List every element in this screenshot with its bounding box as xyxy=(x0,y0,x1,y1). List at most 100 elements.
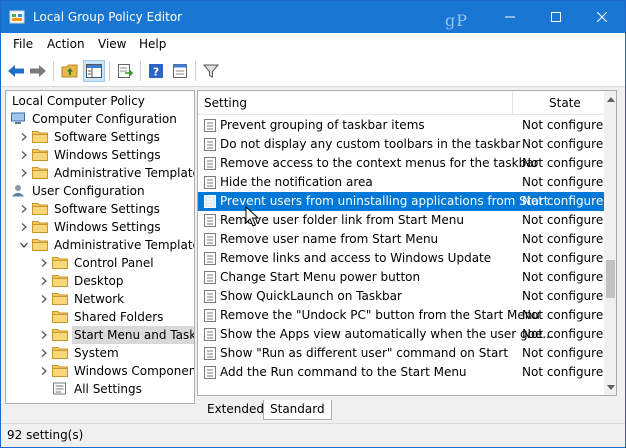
setting-name: Change Start Menu power button xyxy=(220,270,421,284)
tree-item-label: Administrative Templates xyxy=(54,166,195,180)
tree-item[interactable]: Windows Components xyxy=(6,362,194,380)
folder-icon xyxy=(52,329,68,341)
setting-name: Show the Apps view automatically when th… xyxy=(220,327,554,341)
setting-row[interactable]: Do not display any custom toolbars in th… xyxy=(198,135,611,154)
group-policy-icon xyxy=(9,9,25,25)
window-title: Local Group Policy Editor xyxy=(33,10,183,24)
chevron-right-icon[interactable] xyxy=(20,205,28,213)
tree-item[interactable]: All Settings xyxy=(6,380,194,398)
tree-item[interactable]: System xyxy=(6,344,194,362)
up-one-level-button[interactable] xyxy=(59,60,81,82)
chevron-right-icon[interactable] xyxy=(20,151,28,159)
chevron-right-icon[interactable] xyxy=(40,349,48,357)
settings-list[interactable]: Setting State Prevent grouping of taskba… xyxy=(197,90,617,396)
tab-extended[interactable]: Extended xyxy=(201,400,270,420)
setting-row[interactable]: Remove the "Undock PC" button from the S… xyxy=(198,306,611,325)
menu-view[interactable]: View xyxy=(95,36,129,52)
tree-item[interactable]: User Configuration xyxy=(6,182,194,200)
svg-text:?: ? xyxy=(153,66,159,79)
tab-standard[interactable]: Standard xyxy=(263,400,332,420)
back-arrow-icon xyxy=(8,65,24,77)
tree-item[interactable]: Network xyxy=(6,290,194,308)
tree-item-label: Software Settings xyxy=(54,202,160,216)
toolbar-separator xyxy=(195,61,196,81)
tree-item[interactable]: Software Settings xyxy=(6,128,194,146)
no-expander xyxy=(40,385,48,393)
properties-button[interactable] xyxy=(169,60,191,82)
folder-icon xyxy=(52,275,68,287)
back-button[interactable] xyxy=(5,60,27,82)
folder-icon xyxy=(52,293,68,305)
policy-setting-icon xyxy=(204,328,216,341)
scroll-down-button[interactable] xyxy=(604,379,616,395)
tree-item[interactable]: Software Settings xyxy=(6,200,194,218)
setting-row[interactable]: Show QuickLaunch on Taskbar Not configure… xyxy=(198,287,611,306)
chevron-right-icon[interactable] xyxy=(20,133,28,141)
column-header-state[interactable]: State xyxy=(549,96,581,110)
tree-item[interactable]: Windows Settings xyxy=(6,146,194,164)
folder-icon xyxy=(32,167,48,179)
policy-setting-icon xyxy=(204,271,216,284)
chevron-right-icon[interactable] xyxy=(40,259,48,267)
menu-action[interactable]: Action xyxy=(44,36,88,52)
setting-row[interactable]: Show "Run as different user" command on … xyxy=(198,344,611,363)
setting-state: Not configured xyxy=(522,270,611,284)
setting-row[interactable]: Remove access to the context menus for t… xyxy=(198,154,611,173)
title-bar[interactable]: Local Group Policy Editor gP xyxy=(1,1,625,33)
setting-name: Prevent users from uninstalling applicat… xyxy=(220,194,549,208)
chevron-right-icon[interactable] xyxy=(20,223,28,231)
show-hide-tree-icon xyxy=(86,64,102,78)
export-list-button[interactable] xyxy=(114,60,136,82)
tree-item[interactable]: Shared Folders xyxy=(6,308,194,326)
setting-row[interactable]: Show the Apps view automatically when th… xyxy=(198,325,611,344)
user-icon xyxy=(12,185,24,197)
scroll-thumb[interactable] xyxy=(606,260,615,298)
toolbar-separator xyxy=(140,61,141,81)
policy-setting-icon xyxy=(204,214,216,227)
help-button[interactable]: ? xyxy=(145,60,167,82)
tree-item-label: Software Settings xyxy=(54,130,160,144)
setting-row[interactable]: Add the Run command to the Start Menu Not… xyxy=(198,363,611,382)
forward-button[interactable] xyxy=(27,60,49,82)
computer-icon xyxy=(11,112,25,124)
show-hide-tree-button[interactable] xyxy=(83,60,105,82)
setting-row[interactable]: Remove user name from Start Menu Not conf… xyxy=(198,230,611,249)
vertical-scrollbar[interactable] xyxy=(604,91,616,395)
folder-icon xyxy=(52,311,68,323)
setting-name: Show QuickLaunch on Taskbar xyxy=(220,289,402,303)
chevron-right-icon[interactable] xyxy=(40,331,48,339)
scroll-up-button[interactable] xyxy=(604,91,616,107)
policy-setting-icon xyxy=(204,347,216,360)
maximize-button[interactable] xyxy=(533,1,579,33)
tree-item[interactable]: Administrative Templates xyxy=(6,236,194,254)
setting-state: Not configured xyxy=(522,308,611,322)
setting-state: Not configured xyxy=(522,175,611,189)
filter-button[interactable] xyxy=(200,60,222,82)
menu-file[interactable]: File xyxy=(10,36,36,52)
setting-row[interactable]: Change Start Menu power button Not config… xyxy=(198,268,611,287)
tree-item[interactable]: Control Panel xyxy=(6,254,194,272)
tree-item[interactable]: Computer Configuration xyxy=(6,110,194,128)
close-button[interactable] xyxy=(579,1,625,33)
policy-setting-icon xyxy=(204,138,216,151)
tree-item[interactable]: Start Menu and Taskbar xyxy=(6,326,194,344)
column-header-setting[interactable]: Setting xyxy=(204,96,247,110)
setting-row[interactable]: Hide the notification area Not configured xyxy=(198,173,611,192)
minimize-button[interactable] xyxy=(487,1,533,33)
policy-setting-icon xyxy=(204,233,216,246)
tree-item[interactable]: Windows Settings xyxy=(6,218,194,236)
menu-help[interactable]: Help xyxy=(136,36,169,52)
tree-item[interactable]: Local Computer Policy xyxy=(6,92,194,110)
setting-row[interactable]: Prevent grouping of taskbar items Not con… xyxy=(198,116,611,135)
setting-row[interactable]: Remove links and access to Windows Updat… xyxy=(198,249,611,268)
tree-item[interactable]: Desktop xyxy=(6,272,194,290)
chevron-right-icon[interactable] xyxy=(40,295,48,303)
tree-pane[interactable]: Local Computer Policy Computer Configurat… xyxy=(5,90,195,404)
column-divider[interactable] xyxy=(512,91,513,115)
tree-item-label: Windows Settings xyxy=(54,220,161,234)
chevron-right-icon[interactable] xyxy=(40,367,48,375)
chevron-down-icon[interactable] xyxy=(20,241,28,249)
chevron-right-icon[interactable] xyxy=(40,277,48,285)
chevron-right-icon[interactable] xyxy=(20,169,28,177)
tree-item[interactable]: Administrative Templates xyxy=(6,164,194,182)
